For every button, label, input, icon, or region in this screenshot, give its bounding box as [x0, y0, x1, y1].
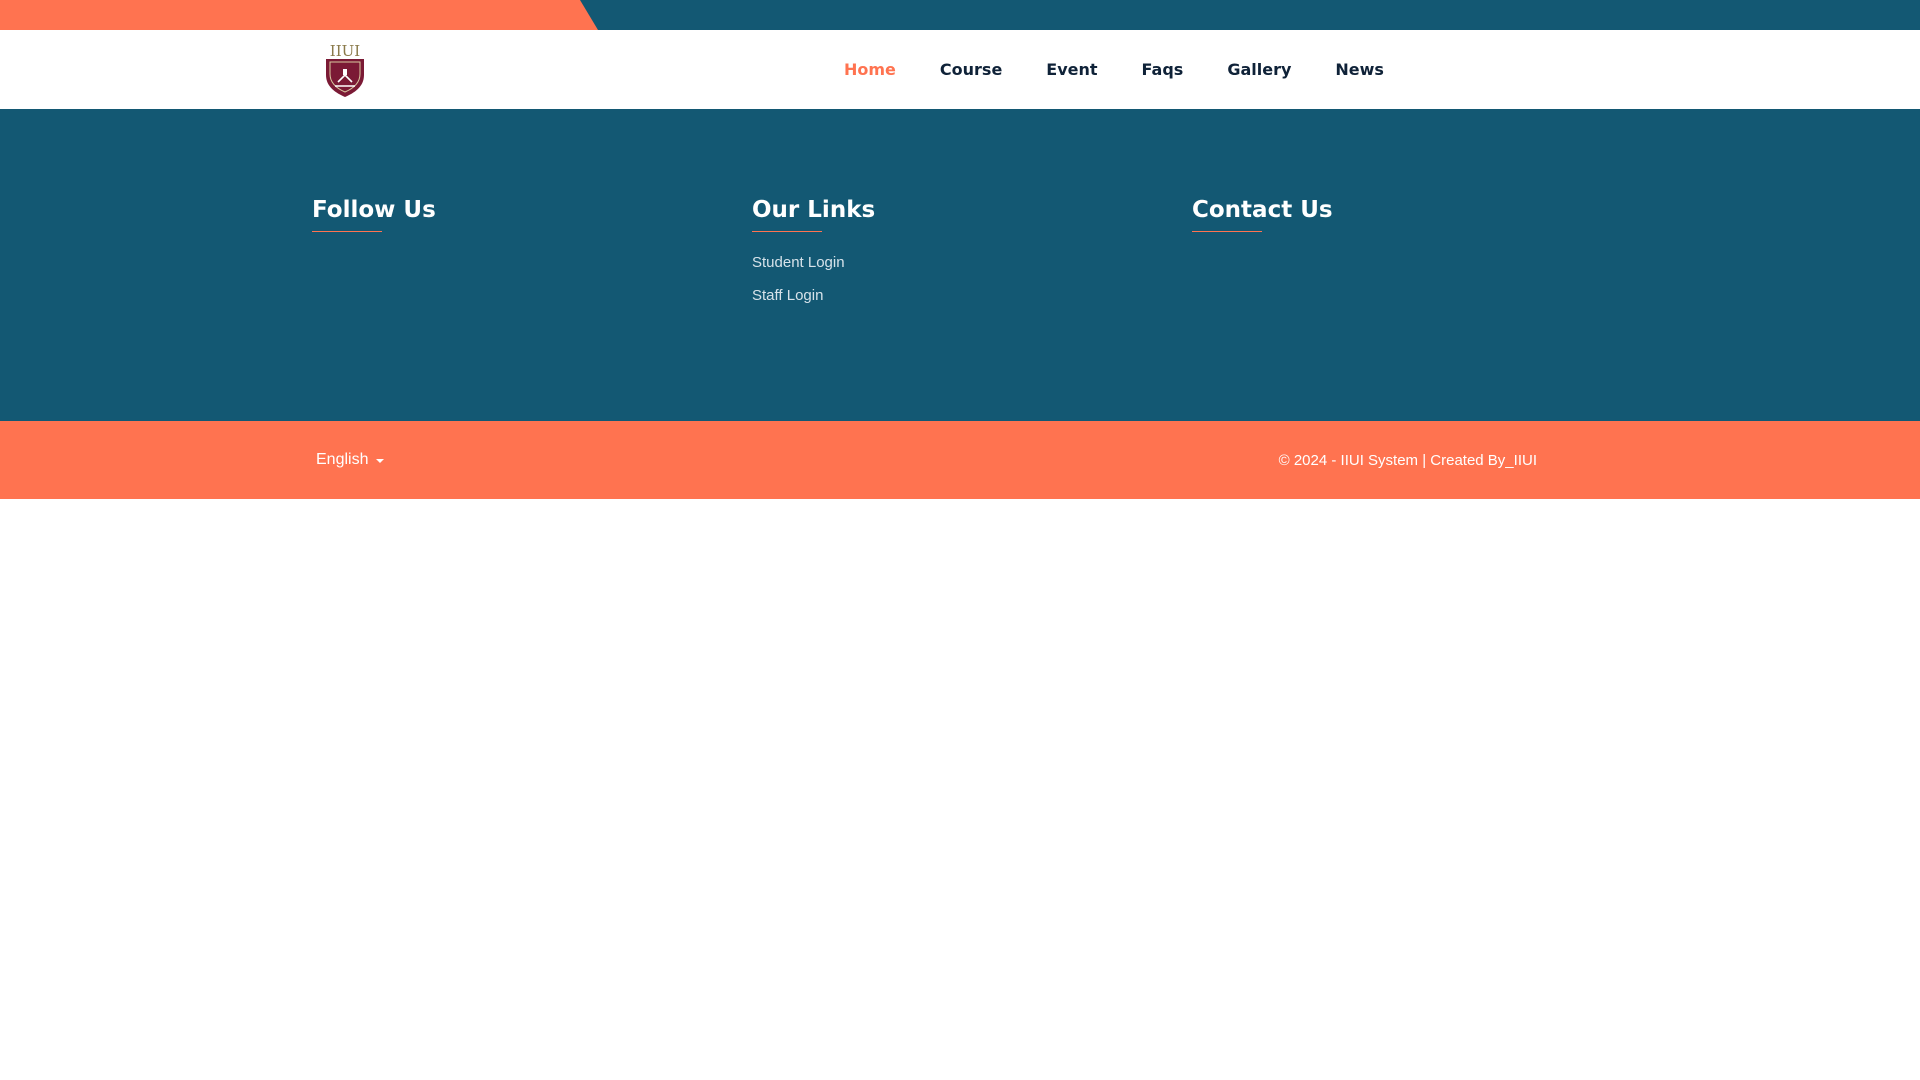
nav-link-course[interactable]: Course [940, 60, 1002, 79]
top-accent-bar [0, 0, 1920, 30]
site-header: IIUI Home Course Event Faqs Gallery News [0, 30, 1920, 109]
nav-item-news: News [1335, 60, 1384, 80]
language-dropdown[interactable]: English [316, 421, 385, 499]
links-title-underline [752, 231, 822, 232]
nav-link-faqs[interactable]: Faqs [1142, 60, 1184, 79]
nav-item-course: Course [940, 60, 1002, 80]
footer-contact-column: Contact Us [1192, 197, 1612, 232]
nav-link-gallery[interactable]: Gallery [1227, 60, 1291, 79]
university-shield-icon[interactable]: IIUI [320, 42, 370, 98]
list-item: Student Login [752, 254, 1172, 272]
footer-contact-title: Contact Us [1192, 197, 1333, 223]
copyright-text: © 2024 - IIUI System | Created By_IIUI [1278, 451, 1537, 469]
contact-title-underline [1192, 231, 1262, 232]
footer-main: Follow Us Our Links Student Login Staff … [0, 109, 1920, 421]
language-label: English [316, 451, 369, 468]
footer-follow-column: Follow Us [312, 197, 732, 232]
list-item: Staff Login [752, 287, 1172, 305]
chevron-down-icon [376, 459, 385, 463]
nav-item-home: Home [844, 60, 896, 80]
footer-bottom-bar: English © 2024 - IIUI System | Created B… [0, 421, 1920, 499]
top-accent-stripe [0, 0, 598, 30]
staff-login-link[interactable]: Staff Login [752, 287, 823, 304]
main-nav: Home Course Event Faqs Gallery News [844, 30, 1428, 109]
footer-links-list: Student Login Staff Login [752, 254, 1172, 305]
student-login-link[interactable]: Student Login [752, 254, 845, 271]
nav-item-faqs: Faqs [1142, 60, 1184, 80]
footer-follow-title: Follow Us [312, 197, 436, 223]
nav-item-event: Event [1046, 60, 1097, 80]
nav-link-home[interactable]: Home [844, 60, 896, 79]
footer-links-title: Our Links [752, 197, 876, 223]
nav-link-event[interactable]: Event [1046, 60, 1097, 79]
nav-link-news[interactable]: News [1335, 60, 1384, 79]
follow-title-underline [312, 231, 382, 232]
footer-links-column: Our Links Student Login Staff Login [752, 197, 1172, 320]
logo-text: IIUI [330, 42, 360, 60]
nav-item-gallery: Gallery [1227, 60, 1291, 80]
